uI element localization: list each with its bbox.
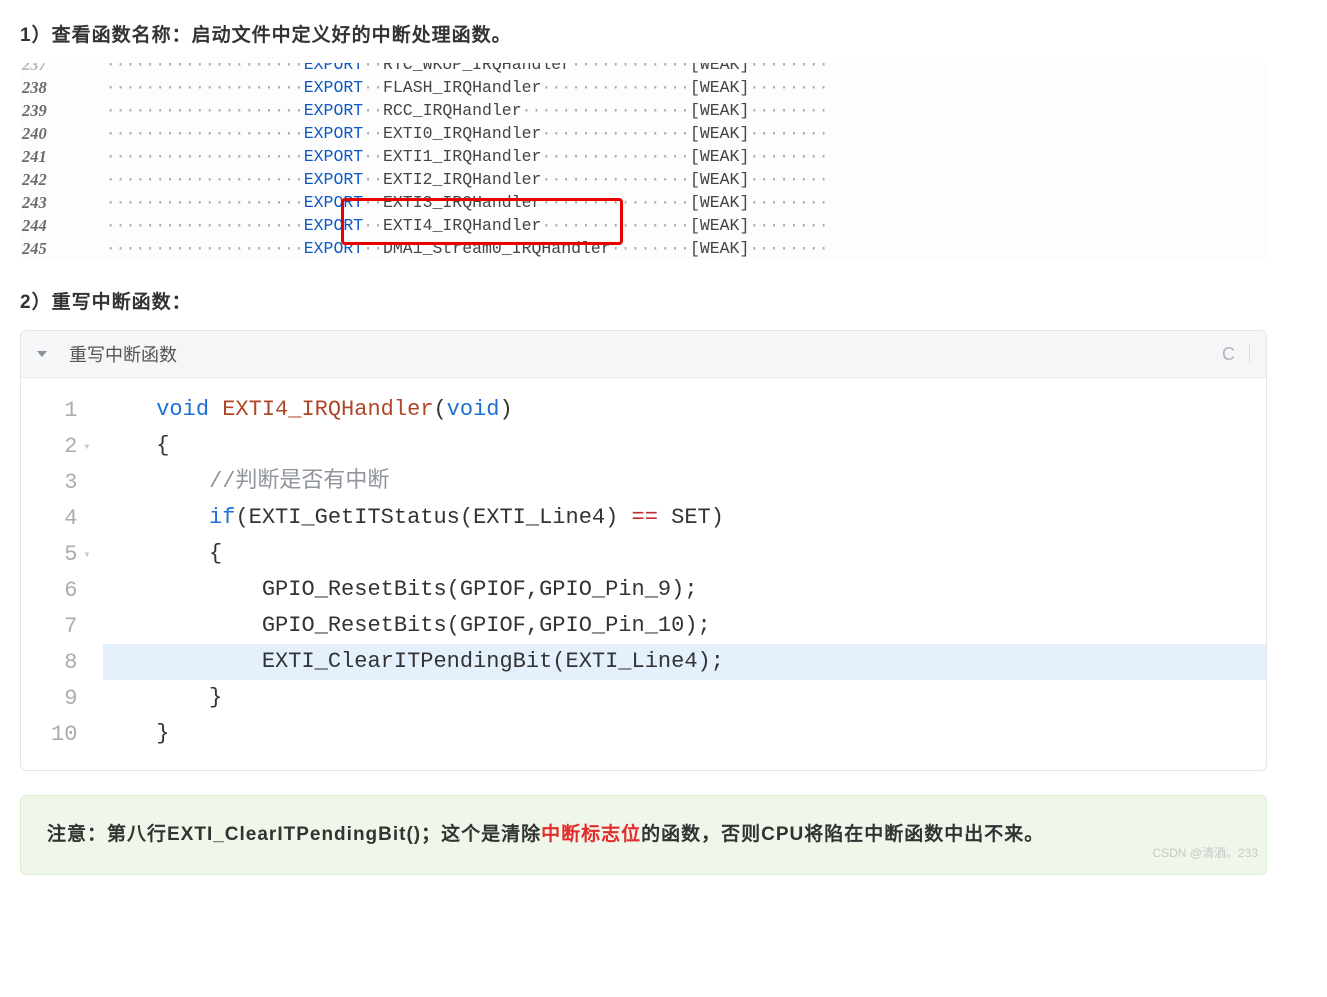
asm-row: 240 ····················EXPORT··EXTI0_IR… xyxy=(20,122,1267,145)
handler-name: EXTI0_IRQHandler xyxy=(383,122,541,145)
handler-name: EXTI1_IRQHandler xyxy=(383,145,541,168)
line-number: 245 xyxy=(20,237,76,259)
code-line: } xyxy=(103,680,1266,716)
code-header: 重写中断函数 C xyxy=(21,331,1266,378)
weak-tag: [WEAK] xyxy=(690,214,749,237)
gutter-row: 9 xyxy=(64,680,93,716)
asm-row: 241 ····················EXPORT··EXTI1_IR… xyxy=(20,145,1267,168)
code-body: 12▾345▾678910 void EXTI4_IRQHandler(void… xyxy=(21,378,1266,770)
header-divider xyxy=(1249,345,1250,363)
note-suffix: 的函数，否则CPU将陷在中断函数中出不来。 xyxy=(641,824,1044,845)
code-card: 重写中断函数 C 12▾345▾678910 void EXTI4_IRQHan… xyxy=(20,330,1267,771)
gutter-row: 1 xyxy=(64,392,93,428)
line-number: 242 xyxy=(20,168,76,191)
line-number: 244 xyxy=(20,214,76,237)
asm-row: 244 ····················EXPORT··EXTI4_IR… xyxy=(20,214,1267,237)
asm-listing: 237 ····················EXPORT··RTC_WKUP… xyxy=(20,63,1267,259)
handler-name: RCC_IRQHandler xyxy=(383,99,522,122)
gutter-row: 8 xyxy=(64,644,93,680)
handler-name: EXTI2_IRQHandler xyxy=(383,168,541,191)
gutter-row: 5▾ xyxy=(64,536,93,572)
asm-row: 242 ····················EXPORT··EXTI2_IR… xyxy=(20,168,1267,191)
code-line: if(EXTI_GetITStatus(EXTI_Line4) == SET) xyxy=(103,500,1266,536)
code-line: EXTI_ClearITPendingBit(EXTI_Line4); xyxy=(103,644,1266,680)
note-prefix: 注意：第八行EXTI_ClearITPendingBit()；这个是清除 xyxy=(47,824,541,845)
gutter-row: 6 xyxy=(64,572,93,608)
export-keyword: EXPORT xyxy=(304,122,363,145)
line-number: 237 xyxy=(20,63,76,76)
code-gutter: 12▾345▾678910 xyxy=(21,392,103,752)
gutter-row: 7 xyxy=(64,608,93,644)
asm-row: 237 ····················EXPORT··RTC_WKUP… xyxy=(20,63,1267,76)
weak-tag: [WEAK] xyxy=(690,63,749,76)
code-line: void EXTI4_IRQHandler(void) xyxy=(103,392,1266,428)
weak-tag: [WEAK] xyxy=(690,145,749,168)
watermark: CSDN @清酒。233 xyxy=(1152,836,1258,870)
code-language-label: C xyxy=(1222,344,1235,365)
weak-tag: [WEAK] xyxy=(690,168,749,191)
line-number: 238 xyxy=(20,76,76,99)
handler-name: FLASH_IRQHandler xyxy=(383,76,541,99)
weak-tag: [WEAK] xyxy=(690,99,749,122)
fold-marker-icon[interactable]: ▾ xyxy=(83,547,93,562)
weak-tag: [WEAK] xyxy=(690,237,749,259)
weak-tag: [WEAK] xyxy=(690,191,749,214)
fold-marker-icon[interactable]: ▾ xyxy=(83,439,93,454)
code-line: GPIO_ResetBits(GPIOF,GPIO_Pin_10); xyxy=(103,608,1266,644)
code-line: //判断是否有中断 xyxy=(103,464,1266,500)
asm-row: 239 ····················EXPORT··RCC_IRQH… xyxy=(20,99,1267,122)
handler-name: RTC_WKUP_IRQHandler xyxy=(383,63,571,76)
code-line: GPIO_ResetBits(GPIOF,GPIO_Pin_9); xyxy=(103,572,1266,608)
section2-title: 2）重写中断函数： xyxy=(20,287,1267,314)
export-keyword: EXPORT xyxy=(304,214,363,237)
code-line: { xyxy=(103,536,1266,572)
weak-tag: [WEAK] xyxy=(690,76,749,99)
section1-title: 1）查看函数名称：启动文件中定义好的中断处理函数。 xyxy=(20,20,1267,47)
export-keyword: EXPORT xyxy=(304,237,363,259)
weak-tag: [WEAK] xyxy=(690,122,749,145)
gutter-row: 10 xyxy=(51,716,93,752)
gutter-row: 4 xyxy=(64,500,93,536)
line-number: 240 xyxy=(20,122,76,145)
handler-name: EXTI3_IRQHandler xyxy=(383,191,541,214)
caret-down-icon[interactable] xyxy=(37,351,47,357)
export-keyword: EXPORT xyxy=(304,76,363,99)
export-keyword: EXPORT xyxy=(304,168,363,191)
code-line: { xyxy=(103,428,1266,464)
gutter-row: 2▾ xyxy=(64,428,93,464)
asm-row: 245 ····················EXPORT··DMA1_Str… xyxy=(20,237,1267,259)
line-number: 243 xyxy=(20,191,76,214)
code-line: } xyxy=(103,716,1266,752)
note-box: 注意：第八行EXTI_ClearITPendingBit()；这个是清除中断标志… xyxy=(20,795,1267,875)
export-keyword: EXPORT xyxy=(304,191,363,214)
asm-row: 243 ····················EXPORT··EXTI3_IR… xyxy=(20,191,1267,214)
line-number: 241 xyxy=(20,145,76,168)
code-title: 重写中断函数 xyxy=(69,341,177,367)
asm-row: 238 ····················EXPORT··FLASH_IR… xyxy=(20,76,1267,99)
handler-name: DMA1_Stream0_IRQHandler xyxy=(383,237,611,259)
line-number: 239 xyxy=(20,99,76,122)
note-red-term: 中断标志位 xyxy=(541,824,641,845)
code-lines: void EXTI4_IRQHandler(void) { //判断是否有中断 … xyxy=(103,392,1266,752)
export-keyword: EXPORT xyxy=(304,63,363,76)
export-keyword: EXPORT xyxy=(304,145,363,168)
handler-name: EXTI4_IRQHandler xyxy=(383,214,541,237)
gutter-row: 3 xyxy=(64,464,93,500)
export-keyword: EXPORT xyxy=(304,99,363,122)
